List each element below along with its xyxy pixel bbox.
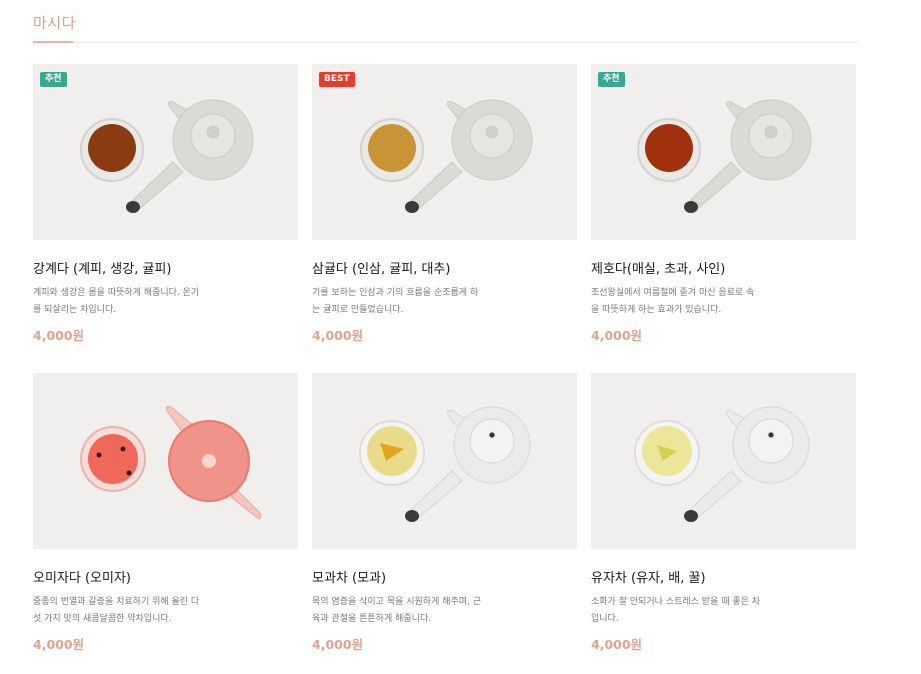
product-card[interactable]: 추천 제호다(매실, 초과, 사인) 조선왕실에서 여름철에 즐겨 마신 음료로…	[591, 64, 856, 344]
product-description-line: 을 따뜻하게 하는 효과가 있습니다.	[591, 305, 722, 315]
product-description: 조선왕실에서 여름철에 즐겨 마신 음료로 속 을 따뜻하게 하는 효과가 있습…	[591, 285, 761, 319]
product-description-line: 기를 보하는 인삼과 기의 흐름을 순조롭게 하	[312, 288, 479, 298]
product-card[interactable]: 오미자다 (오미자) 중종의 번열과 갈증을 치료하기 위해 올린 다 섯 가지…	[33, 373, 298, 653]
product-description-line: 조선왕실에서 여름철에 즐겨 마신 음료로 속	[591, 288, 755, 298]
teapot	[684, 99, 812, 213]
product-description-line: 를 되살리는 차입니다.	[33, 305, 117, 315]
product-name[interactable]: 제호다(매실, 초과, 사인)	[591, 258, 856, 277]
tea-set-illustration	[80, 99, 254, 213]
tea-set-illustration	[359, 406, 531, 522]
product-description-line: 목의 염증을 삭이고 목을 시원하게 해주며, 근	[312, 597, 482, 607]
product-description: 기를 보하는 인삼과 기의 흐름을 순조롭게 하 는 귤피로 만들었습니다.	[312, 285, 482, 319]
product-price: 4,000원	[312, 328, 364, 343]
teapot	[405, 406, 531, 522]
tea-set-illustration	[634, 406, 810, 522]
product-image[interactable]	[312, 373, 577, 549]
product-card[interactable]: BEST 삼귤다 (인삼, 귤피, 대추) 기를 보하는 인삼과 기의 흐름을 …	[312, 64, 577, 344]
product-description-line: 입니다.	[591, 614, 619, 624]
tea-set-illustration	[360, 99, 533, 213]
product-card[interactable]: 추천 강계다 (계피, 생강, 귤피) 계피와 생강은 몸을 따뜻하게 해줍니다…	[33, 64, 298, 344]
product-card[interactable]: 모과차 (모과) 목의 염증을 삭이고 목을 시원하게 해주며, 근 육과 관절…	[312, 373, 577, 653]
teacup	[634, 420, 700, 486]
section-title: 마시다	[33, 14, 76, 32]
teacup	[359, 420, 425, 486]
product-price: 4,000원	[33, 637, 85, 652]
product-card[interactable]: 유자차 (유자, 배, 꿀) 소화가 잘 안되거나 스트레스 받을 때 좋은 차…	[591, 373, 856, 653]
product-price: 4,000원	[33, 328, 85, 343]
product-image[interactable]: 추천	[591, 64, 856, 240]
badge-recommended: 추천	[40, 72, 67, 87]
teacup	[637, 118, 701, 182]
glass-cup	[80, 426, 146, 492]
product-image[interactable]	[33, 373, 298, 549]
product-price: 4,000원	[312, 637, 364, 652]
product-description: 소화가 잘 안되거나 스트레스 받을 때 좋은 차 입니다.	[591, 594, 761, 628]
badge-best: BEST	[319, 72, 355, 87]
product-description: 목의 염증을 삭이고 목을 시원하게 해주며, 근 육과 관절을 튼튼하게 해줍…	[312, 594, 482, 628]
product-name[interactable]: 유자차 (유자, 배, 꿀)	[591, 567, 856, 586]
product-image[interactable]: 추천	[33, 64, 298, 240]
product-description-line: 계피와 생강은 몸을 따뜻하게 해줍니다. 온기	[33, 288, 200, 298]
product-name[interactable]: 오미자다 (오미자)	[33, 567, 298, 586]
product-image[interactable]	[591, 373, 856, 549]
section-title-underline	[33, 41, 73, 43]
product-description: 중종의 번열과 갈증을 치료하기 위해 올린 다 섯 가지 맛의 새콤달콤한 약…	[33, 594, 203, 628]
product-description-line: 는 귤피로 만들었습니다.	[312, 305, 404, 315]
product-image[interactable]: BEST	[312, 64, 577, 240]
teapot	[684, 406, 810, 522]
product-description-line: 소화가 잘 안되거나 스트레스 받을 때 좋은 차	[591, 597, 761, 607]
badge-recommended: 추천	[598, 72, 625, 87]
product-description-line: 육과 관절을 튼튼하게 해줍니다.	[312, 614, 432, 624]
section-header: 마시다	[33, 0, 858, 43]
product-name[interactable]: 삼귤다 (인삼, 귤피, 대추)	[312, 258, 577, 277]
product-description-line: 중종의 번열과 갈증을 치료하기 위해 올린 다	[33, 597, 200, 607]
product-price: 4,000원	[591, 328, 643, 343]
product-description-line: 섯 가지 맛의 새콤달콤한 약차입니다.	[33, 614, 172, 624]
teapot	[126, 99, 254, 213]
glass-teapot	[166, 406, 262, 520]
tea-set-illustration	[637, 99, 812, 213]
teacup	[360, 118, 424, 182]
teapot	[405, 99, 533, 213]
teacup	[80, 118, 144, 182]
product-name[interactable]: 모과차 (모과)	[312, 567, 577, 586]
product-description: 계피와 생강은 몸을 따뜻하게 해줍니다. 온기 를 되살리는 차입니다.	[33, 285, 203, 319]
tea-set-illustration	[80, 406, 262, 520]
product-name[interactable]: 강계다 (계피, 생강, 귤피)	[33, 258, 298, 277]
product-price: 4,000원	[591, 637, 643, 652]
